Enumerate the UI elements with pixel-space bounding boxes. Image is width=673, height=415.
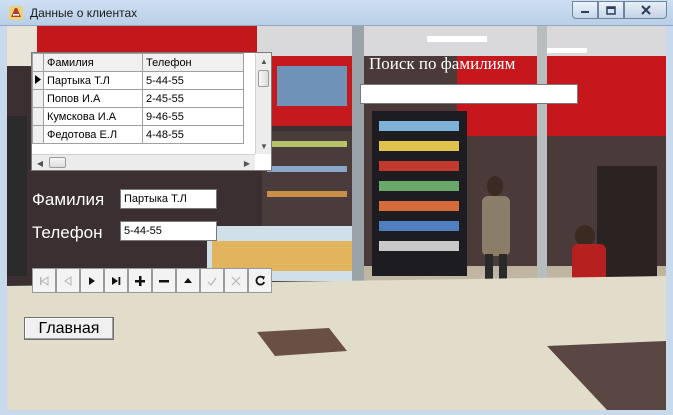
cell-phone[interactable]: 5-44-55 xyxy=(142,71,244,90)
nav-post-button[interactable] xyxy=(200,268,224,293)
close-button[interactable] xyxy=(624,1,667,19)
column-header-surname[interactable]: Фамилия xyxy=(43,53,143,72)
column-header-phone[interactable]: Телефон xyxy=(142,53,244,72)
cancel-x-icon xyxy=(231,276,241,285)
cell-surname[interactable]: Федотова Е.Л xyxy=(43,125,143,144)
scroll-down-icon[interactable]: ▼ xyxy=(256,138,272,154)
nav-delete-button[interactable] xyxy=(152,268,176,293)
table-row[interactable]: Кумскова И.А 9-46-55 xyxy=(32,107,244,126)
window-frame-right xyxy=(666,26,673,415)
checkmark-icon xyxy=(207,277,217,286)
scroll-right-icon[interactable]: ▶ xyxy=(239,155,255,171)
plus-icon xyxy=(135,275,145,286)
nav-next-button[interactable] xyxy=(80,268,104,293)
prior-record-icon xyxy=(64,275,72,286)
vertical-scroll-thumb[interactable] xyxy=(258,70,269,87)
main-menu-button[interactable]: Главная xyxy=(24,317,114,340)
grid-vertical-scrollbar[interactable]: ▲ ▼ xyxy=(255,53,271,154)
db-navigator xyxy=(32,268,272,293)
grid-horizontal-scrollbar[interactable]: ◀ ▶ xyxy=(32,154,255,170)
nav-edit-button[interactable] xyxy=(176,268,200,293)
window-frame-left xyxy=(0,26,7,415)
nav-insert-button[interactable] xyxy=(128,268,152,293)
row-indicator xyxy=(32,107,44,126)
grid-header-row: Фамилия Телефон xyxy=(32,53,244,72)
minus-icon xyxy=(159,279,169,282)
title-bar: Данные о клиентах xyxy=(0,0,673,26)
minimize-icon xyxy=(581,11,589,13)
scroll-left-icon[interactable]: ◀ xyxy=(32,155,48,171)
current-row-indicator xyxy=(32,71,44,90)
form-client-area: Фамилия Телефон Партыка Т.Л 5-44-55 Попо… xyxy=(7,26,666,410)
table-row[interactable]: Партыка Т.Л 5-44-55 xyxy=(32,71,244,90)
surname-label: Фамилия xyxy=(32,190,105,209)
cell-surname[interactable]: Партыка Т.Л xyxy=(43,71,143,90)
phone-label: Телефон xyxy=(32,223,103,242)
window-frame-bottom xyxy=(0,410,673,415)
clients-table: Фамилия Телефон Партыка Т.Л 5-44-55 Попо… xyxy=(32,53,244,144)
row-indicator xyxy=(32,125,44,144)
nav-first-button[interactable] xyxy=(32,268,56,293)
grid-indicator-header xyxy=(32,53,44,72)
minimize-button[interactable] xyxy=(572,1,598,19)
horizontal-scroll-thumb[interactable] xyxy=(49,157,66,168)
nav-cancel-button[interactable] xyxy=(224,268,248,293)
surname-field[interactable]: Партыка Т.Л xyxy=(120,189,217,209)
scroll-up-icon[interactable]: ▲ xyxy=(256,53,272,69)
row-indicator xyxy=(32,89,44,108)
table-row[interactable]: Федотова Е.Л 4-48-55 xyxy=(32,125,244,144)
nav-refresh-button[interactable] xyxy=(248,268,272,293)
cell-phone[interactable]: 9-46-55 xyxy=(142,107,244,126)
maximize-button[interactable] xyxy=(598,1,624,19)
maximize-icon xyxy=(606,5,616,15)
next-record-icon xyxy=(89,276,95,285)
table-row[interactable]: Попов И.А 2-45-55 xyxy=(32,89,244,108)
row-pointer-icon xyxy=(35,74,41,84)
cell-phone[interactable]: 2-45-55 xyxy=(142,89,244,108)
delphi-app-icon xyxy=(9,6,23,20)
search-label: Поиск по фамилиям xyxy=(369,54,516,73)
search-input[interactable] xyxy=(360,84,578,104)
refresh-icon xyxy=(255,275,265,286)
edit-triangle-icon xyxy=(184,277,192,283)
nav-last-button[interactable] xyxy=(104,268,128,293)
phone-field[interactable]: 5-44-55 xyxy=(120,221,217,241)
nav-prior-button[interactable] xyxy=(56,268,80,293)
cell-surname[interactable]: Кумскова И.А xyxy=(43,107,143,126)
clients-grid[interactable]: Фамилия Телефон Партыка Т.Л 5-44-55 Попо… xyxy=(31,52,272,171)
cell-phone[interactable]: 4-48-55 xyxy=(142,125,244,144)
first-record-icon xyxy=(40,275,49,286)
last-record-icon xyxy=(112,276,121,285)
cell-surname[interactable]: Попов И.А xyxy=(43,89,143,108)
window-title: Данные о клиентах xyxy=(30,6,138,20)
close-icon xyxy=(640,5,651,15)
